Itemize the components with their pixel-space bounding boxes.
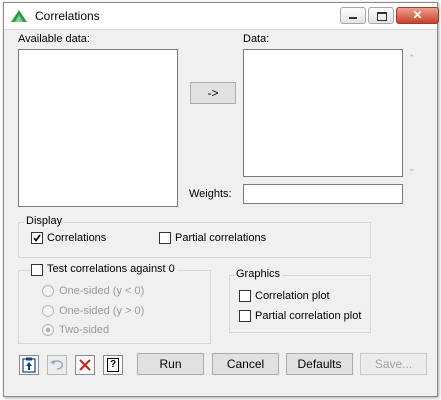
checkmark-icon — [33, 234, 41, 242]
copy-to-clipboard-button[interactable] — [19, 355, 39, 375]
one-sided-less-label: One-sided (y < 0) — [59, 285, 145, 297]
weights-label: Weights: — [189, 188, 232, 200]
graphics-group — [229, 275, 371, 333]
title-bar[interactable]: Correlations ✕ — [4, 3, 439, 30]
two-sided-radio[interactable] — [42, 324, 54, 336]
window-title: Correlations — [35, 9, 100, 23]
close-button[interactable]: ✕ — [396, 7, 439, 24]
one-sided-greater-radio[interactable] — [42, 305, 54, 317]
minimize-icon — [349, 17, 357, 19]
undo-button[interactable] — [47, 355, 67, 375]
one-sided-less-radio[interactable] — [42, 285, 54, 297]
app-logo-icon — [11, 10, 27, 22]
help-icon: ? — [107, 358, 119, 372]
maximize-icon — [377, 12, 387, 21]
display-legend: Display — [24, 215, 65, 227]
available-data-label: Available data: — [18, 33, 90, 45]
move-to-data-button[interactable]: -> — [190, 82, 236, 104]
help-button[interactable]: ? — [103, 355, 123, 375]
maximize-button[interactable] — [368, 7, 394, 24]
correlations-checkbox[interactable] — [31, 232, 43, 244]
defaults-button[interactable]: Defaults — [286, 353, 353, 375]
partial-correlation-plot-checkbox[interactable] — [239, 310, 251, 322]
cancel-button[interactable]: Cancel — [212, 353, 279, 375]
test-correlations-label: Test correlations against 0 — [45, 263, 177, 275]
two-sided-label: Two-sided — [59, 324, 110, 336]
run-button[interactable]: Run — [137, 353, 204, 375]
correlation-plot-label: Correlation plot — [255, 290, 330, 302]
correlations-label: Correlations — [47, 232, 107, 244]
partial-correlations-label: Partial correlations — [175, 232, 267, 244]
available-data-list[interactable] — [18, 49, 178, 207]
clear-x-icon — [79, 359, 91, 371]
partial-correlation-plot-label: Partial correlation plot — [255, 310, 362, 322]
undo-icon — [50, 360, 64, 370]
one-sided-greater-label: One-sided (y > 0) — [59, 305, 145, 317]
correlation-plot-checkbox[interactable] — [239, 290, 251, 302]
correlations-dialog: Correlations ✕ Available data: -> Data: … — [3, 2, 439, 397]
save-button[interactable]: Save... — [360, 353, 427, 375]
weights-field[interactable] — [243, 184, 403, 204]
close-icon: ✕ — [412, 8, 423, 22]
clipboard-icon — [22, 357, 36, 373]
scroll-up-icon: ⌃ — [408, 53, 416, 63]
graphics-legend: Graphics — [234, 268, 283, 280]
partial-correlations-checkbox[interactable] — [159, 232, 171, 244]
minimize-button[interactable] — [340, 7, 366, 24]
test-correlations-checkbox[interactable] — [31, 264, 43, 276]
scroll-down-icon: ⌄ — [408, 163, 416, 173]
clear-button[interactable] — [75, 355, 95, 375]
radio-selected-dot — [46, 328, 50, 332]
data-label: Data: — [243, 33, 270, 45]
data-list[interactable] — [243, 49, 403, 177]
